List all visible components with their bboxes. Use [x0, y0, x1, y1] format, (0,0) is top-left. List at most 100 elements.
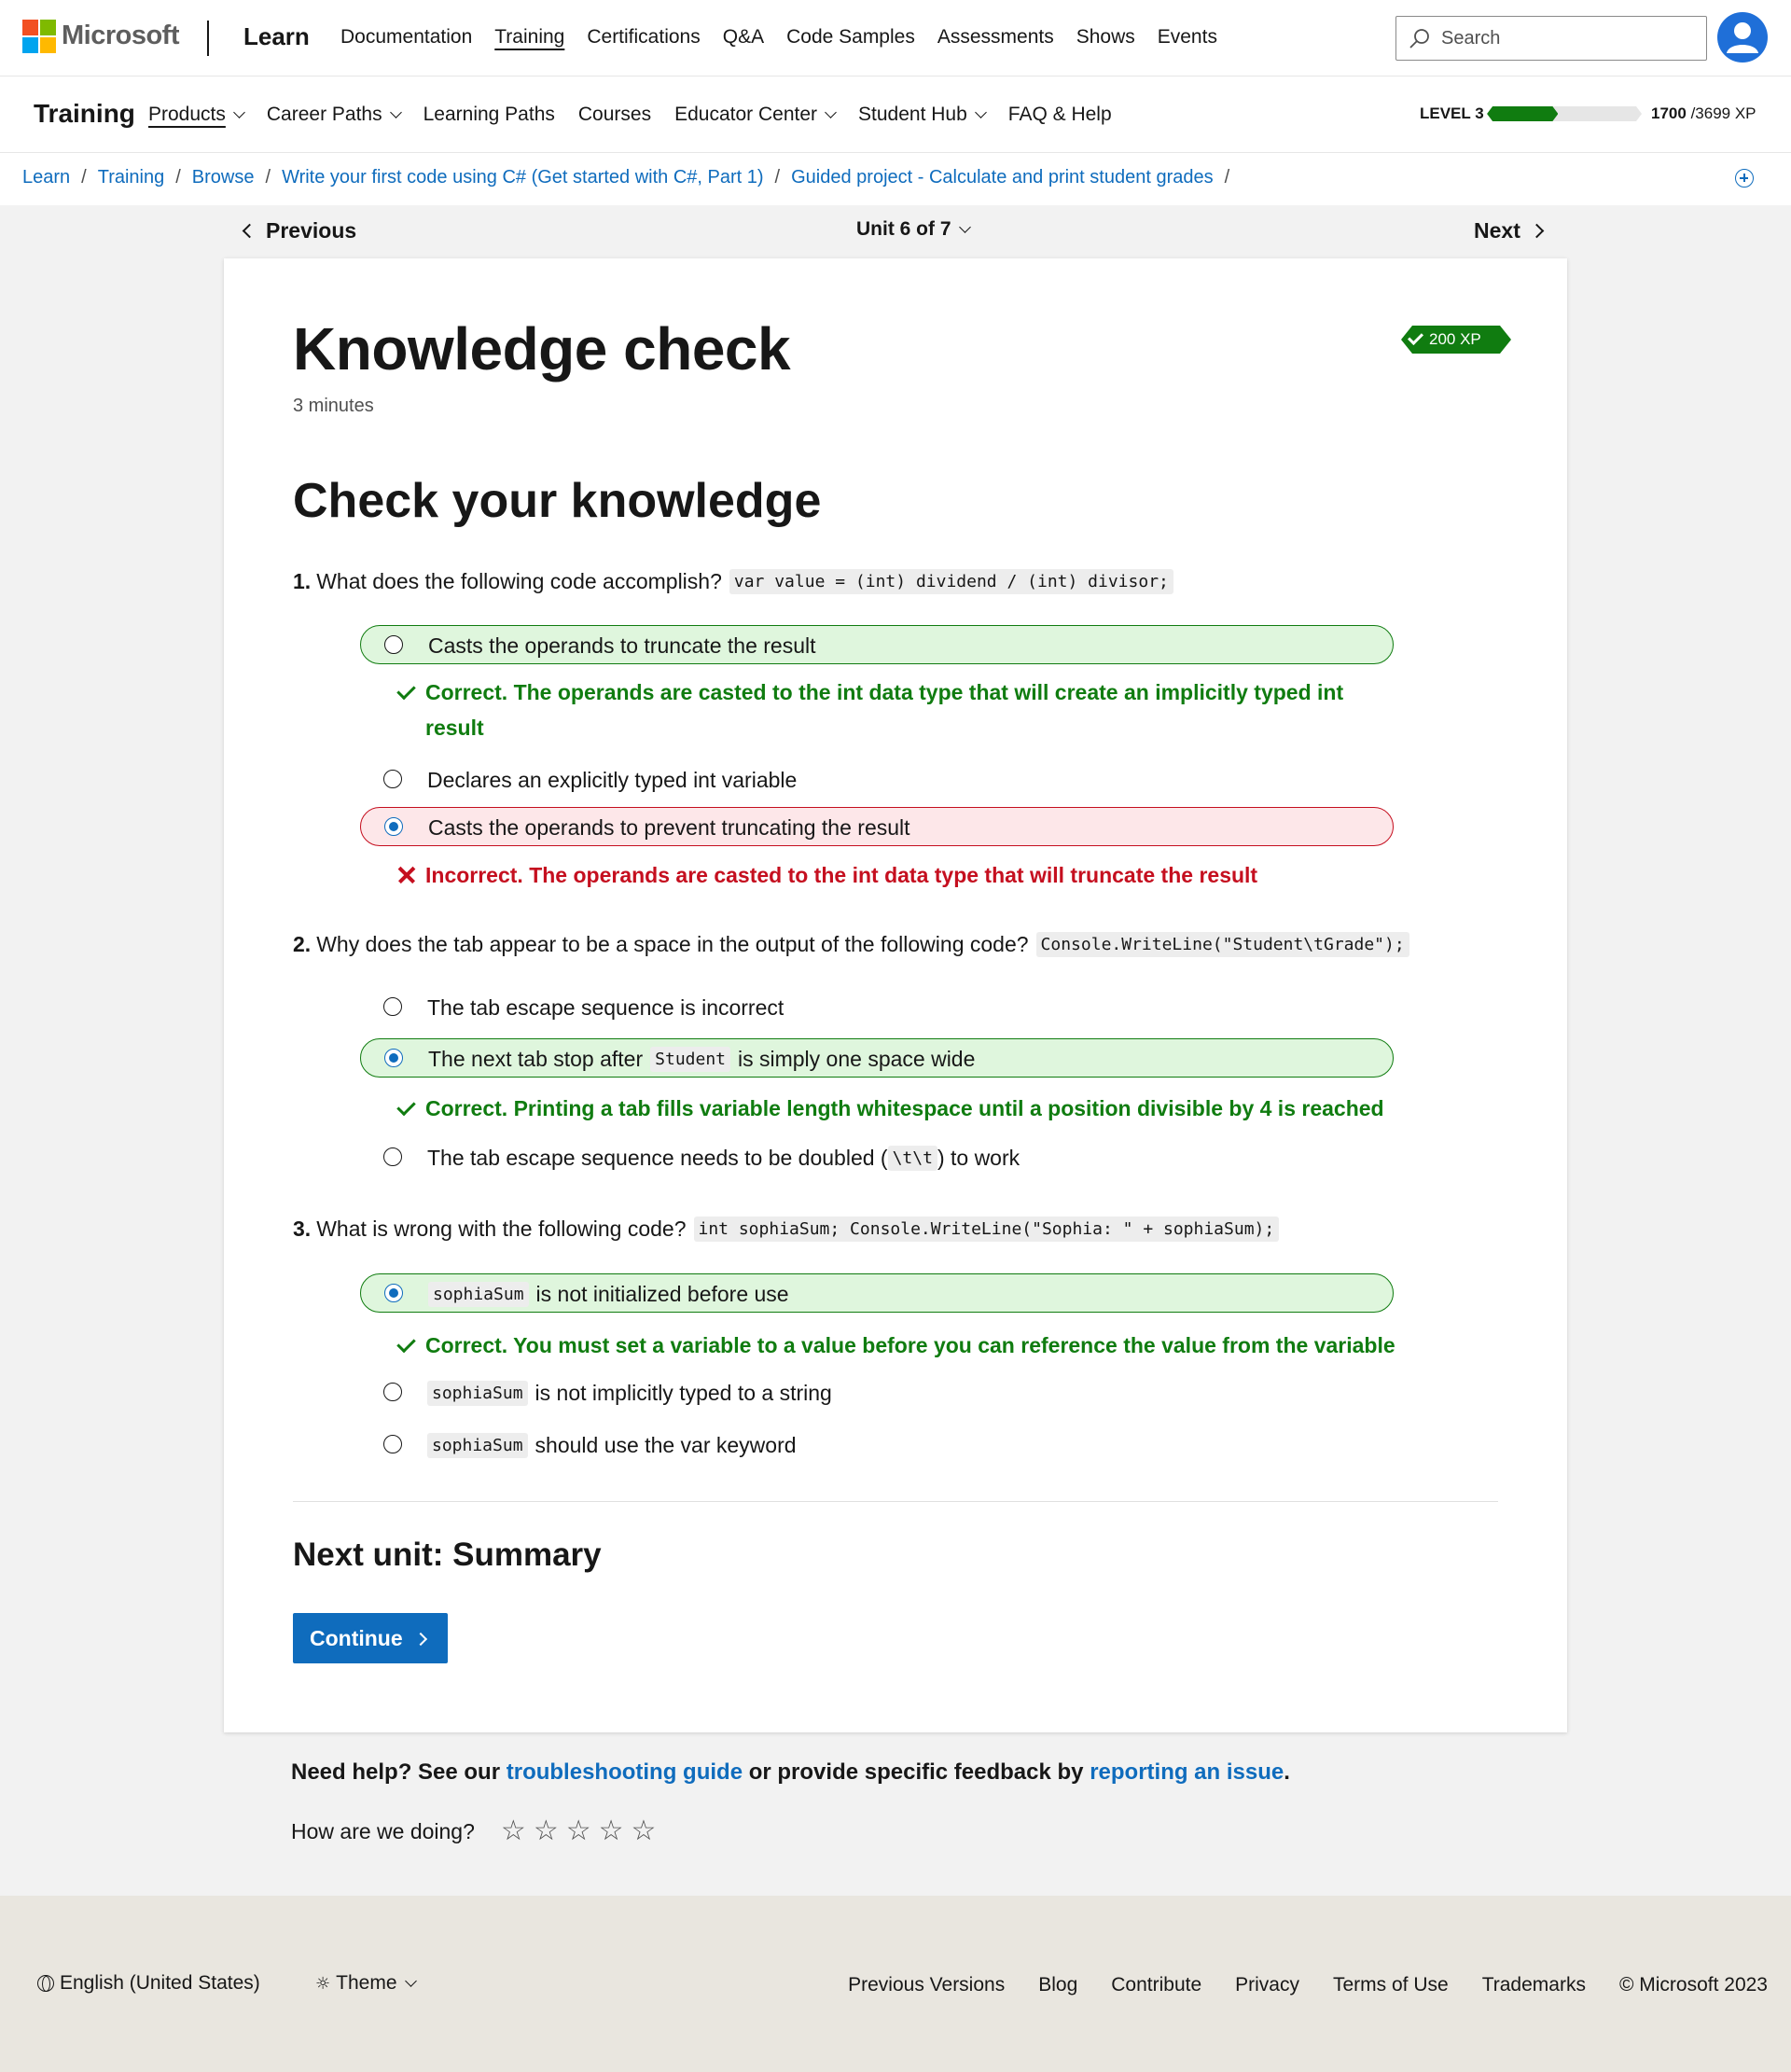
breadcrumb-training[interactable]: Training [98, 167, 165, 188]
option-code: sophiaSum [427, 1381, 528, 1406]
training-nav-products[interactable]: Products [148, 104, 245, 126]
nav-events[interactable]: Events [1158, 26, 1217, 49]
answer-option-selected[interactable]: Casts the operands to prevent truncating… [360, 807, 1394, 846]
option-code: sophiaSum [427, 1433, 528, 1458]
radio-button-selected[interactable] [384, 1284, 403, 1302]
radio-button[interactable] [384, 635, 403, 654]
star-icon[interactable]: ☆ [599, 1817, 624, 1845]
duration: 3 minutes [293, 396, 374, 416]
radio-button-selected[interactable] [384, 817, 403, 836]
breadcrumb-learn[interactable]: Learn [22, 167, 70, 188]
continue-button[interactable]: Continue [293, 1613, 448, 1663]
divider [293, 1501, 1498, 1502]
footer-privacy[interactable]: Privacy [1235, 1974, 1299, 1996]
page-title: Knowledge check [293, 315, 791, 382]
rating-stars: ☆ ☆ ☆ ☆ ☆ [501, 1817, 657, 1845]
breadcrumb-browse[interactable]: Browse [192, 167, 255, 188]
microsoft-logo[interactable] [22, 20, 56, 53]
nav-documentation[interactable]: Documentation [340, 26, 472, 49]
content-card: Knowledge check 3 minutes 200 XP Check y… [224, 258, 1567, 1732]
x-icon [396, 857, 418, 893]
chevron-down-icon [389, 105, 402, 118]
answer-option-selected[interactable]: The next tab stop after Student is simply … [360, 1038, 1394, 1078]
nav-certifications[interactable]: Certifications [587, 26, 700, 49]
training-nav-career-paths[interactable]: Career Paths [267, 104, 402, 126]
search-input[interactable] [1441, 22, 1693, 54]
option-code: sophiaSum [428, 1282, 529, 1307]
previous-unit-link[interactable]: Previous [242, 218, 356, 243]
training-bar: Training Products Career Paths Learning … [0, 76, 1791, 153]
nav-qa[interactable]: Q&A [723, 26, 764, 49]
radio-button-selected[interactable] [384, 1049, 403, 1067]
training-nav-learning-paths[interactable]: Learning Paths [423, 104, 555, 126]
rating-label: How are we doing? [291, 1818, 475, 1843]
learn-brand[interactable]: Learn [243, 22, 310, 51]
next-unit-link[interactable]: Next [1474, 218, 1545, 243]
answer-option[interactable]: sophiaSum should use the var keyword [360, 1425, 1394, 1465]
star-icon[interactable]: ☆ [632, 1817, 657, 1845]
avatar[interactable] [1717, 12, 1768, 63]
answer-option[interactable]: Declares an explicitly typed int variabl… [360, 760, 1394, 800]
footer-previous-versions[interactable]: Previous Versions [848, 1974, 1005, 1996]
chevron-down-icon [233, 105, 245, 118]
check-icon [396, 1328, 418, 1363]
question-code: Console.WriteLine("Student\tGrade"); [1035, 932, 1409, 957]
unit-selector[interactable]: Unit 6 of 7 [856, 218, 971, 241]
option-code: Student [650, 1047, 730, 1072]
training-nav-student-hub[interactable]: Student Hub [858, 104, 987, 126]
xp-progress-fill [1487, 106, 1558, 121]
theme-selector[interactable]: ☼ Theme [315, 1972, 417, 1995]
next-unit-title: Next unit: Summary [293, 1537, 602, 1573]
nav-training[interactable]: Training [494, 26, 564, 49]
add-circle-icon[interactable] [1735, 169, 1754, 188]
nav-code-samples[interactable]: Code Samples [786, 26, 915, 49]
footer-blog[interactable]: Blog [1038, 1974, 1077, 1996]
question-3: 3. What is wrong with the following code?… [293, 1217, 1280, 1242]
microsoft-brand[interactable]: Microsoft [62, 21, 180, 51]
star-icon[interactable]: ☆ [501, 1817, 526, 1845]
level-label[interactable]: LEVEL 3 [1420, 104, 1484, 123]
question-code: var value = (int) dividend / (int) divis… [729, 569, 1173, 594]
answer-option[interactable]: The tab escape sequence needs to be doub… [360, 1138, 1394, 1177]
feedback-correct: Correct. Printing a tab fills variable l… [425, 1091, 1395, 1126]
rating: How are we doing? ☆ ☆ ☆ ☆ ☆ [291, 1817, 656, 1845]
sun-icon: ☼ [315, 1973, 331, 1994]
help-text: Need help? See our troubleshooting guide… [291, 1759, 1290, 1785]
nav-assessments[interactable]: Assessments [937, 26, 1054, 49]
training-nav-faq[interactable]: FAQ & Help [1008, 104, 1112, 126]
radio-button[interactable] [383, 1435, 402, 1453]
chevron-left-icon [242, 223, 257, 239]
answer-option[interactable]: sophiaSum is not implicitly typed to a st… [360, 1373, 1394, 1412]
breadcrumb-learning-path[interactable]: Write your first code using C# (Get star… [282, 167, 763, 188]
radio-button[interactable] [383, 770, 402, 788]
option-code: \t\t [887, 1146, 937, 1171]
answer-option[interactable]: The tab escape sequence is incorrect [360, 988, 1394, 1027]
footer: English (United States) ☼ Theme Previous … [0, 1896, 1791, 2072]
search-box[interactable] [1395, 16, 1707, 61]
footer-contribute[interactable]: Contribute [1111, 1974, 1201, 1996]
answer-option-selected[interactable]: sophiaSum is not initialized before use [360, 1273, 1394, 1313]
breadcrumb-module[interactable]: Guided project - Calculate and print stu… [791, 167, 1214, 188]
training-nav-courses[interactable]: Courses [578, 104, 651, 126]
star-icon[interactable]: ☆ [534, 1817, 559, 1845]
language-selector[interactable]: English (United States) [37, 1972, 260, 1995]
troubleshooting-link[interactable]: troubleshooting guide [507, 1759, 743, 1785]
radio-button[interactable] [383, 997, 402, 1016]
training-title[interactable]: Training [34, 99, 135, 129]
xp-progress-bar[interactable] [1487, 106, 1642, 121]
report-issue-link[interactable]: reporting an issue [1090, 1759, 1284, 1785]
training-nav-educator-center[interactable]: Educator Center [674, 104, 837, 126]
chevron-down-icon [958, 220, 971, 233]
globe-icon [37, 1975, 54, 1992]
question-code: int sophiaSum; Console.WriteLine("Sophia… [693, 1217, 1280, 1242]
radio-button[interactable] [383, 1383, 402, 1401]
radio-button[interactable] [383, 1147, 402, 1166]
footer-terms[interactable]: Terms of Use [1333, 1974, 1449, 1996]
answer-option[interactable]: Casts the operands to truncate the resul… [360, 625, 1394, 664]
nav-shows[interactable]: Shows [1076, 26, 1135, 49]
check-icon [1408, 329, 1423, 345]
footer-trademarks[interactable]: Trademarks [1482, 1974, 1586, 1996]
star-icon[interactable]: ☆ [566, 1817, 591, 1845]
section-title: Check your knowledge [293, 474, 822, 528]
chevron-down-icon [404, 1974, 417, 1987]
